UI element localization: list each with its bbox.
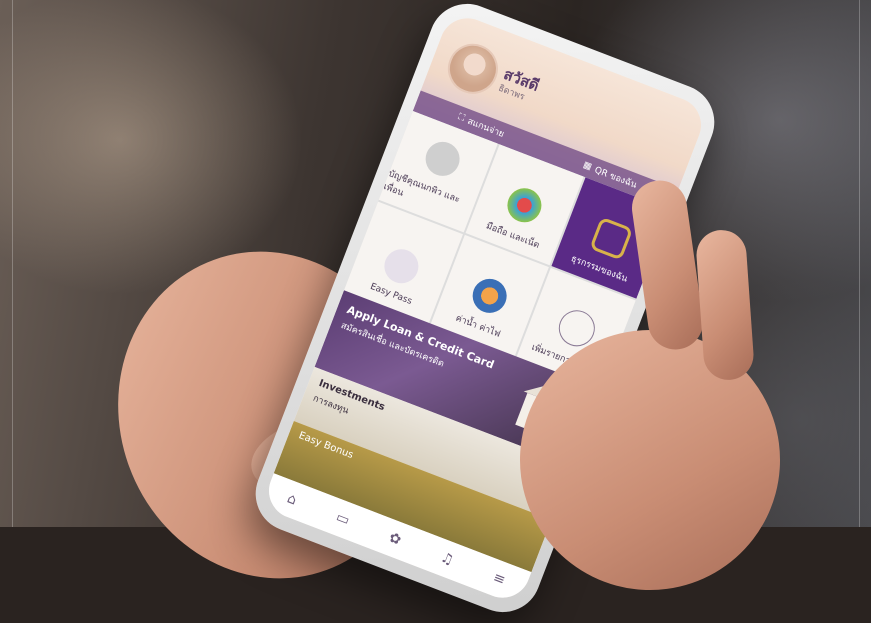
rewards-icon[interactable]: ✿ xyxy=(387,530,404,549)
utility-logos-icon xyxy=(467,273,512,318)
birds-icon xyxy=(420,137,465,181)
bell-icon[interactable]: ♫ xyxy=(438,549,455,568)
home-icon[interactable]: ⌂ xyxy=(285,490,299,508)
carrier-logos-icon xyxy=(502,183,547,228)
avatar[interactable] xyxy=(440,36,506,102)
menu-icon[interactable]: ≡ xyxy=(491,569,508,588)
scb-logo-icon xyxy=(588,216,633,261)
right-finger-2 xyxy=(694,228,756,382)
scan-icon: ⛶ xyxy=(456,112,467,124)
card-icon[interactable]: ▭ xyxy=(334,509,352,529)
easy-pass-icon xyxy=(379,244,424,289)
qr-icon: ▦ xyxy=(581,160,594,173)
